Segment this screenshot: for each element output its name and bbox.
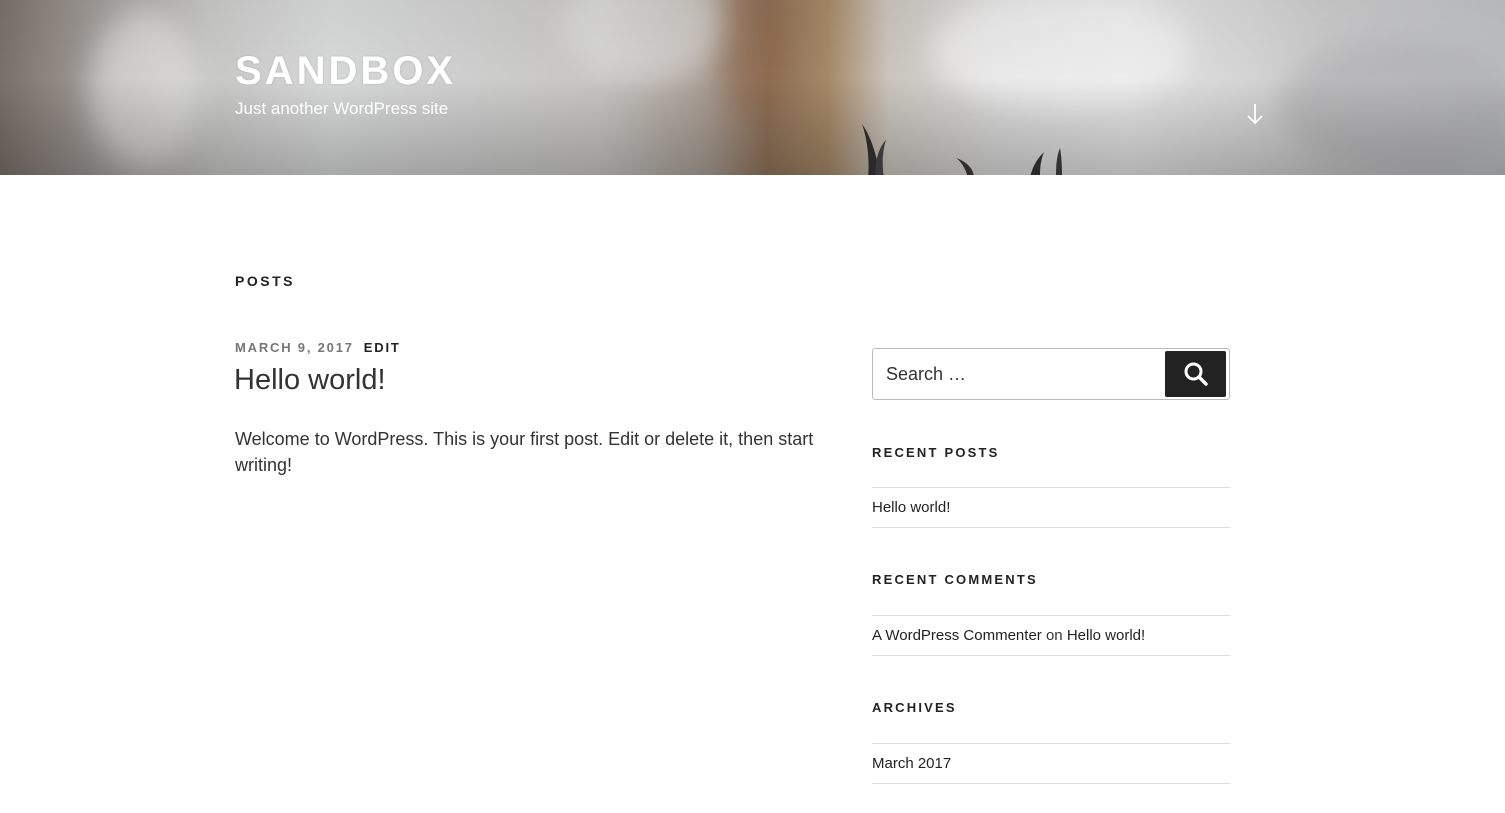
recent-post-link[interactable]: Hello world! (872, 499, 950, 516)
site-description: Just another WordPress site (235, 99, 449, 118)
list-item: A WordPress Commenter on Hello world! (872, 616, 1230, 656)
comment-connector: on (1045, 627, 1063, 644)
list-item: March 2017 (872, 744, 1230, 784)
archives-title: ARCHIVES (872, 700, 957, 715)
recent-comments-list: A WordPress Commenter on Hello world! (872, 615, 1230, 656)
post-edit-link[interactable]: EDIT (364, 340, 401, 355)
plant-image (862, 124, 1062, 175)
search-form (872, 348, 1230, 400)
post-meta: MARCH 9, 2017 EDIT (235, 340, 401, 355)
archives-list: March 2017 (872, 743, 1230, 784)
search-icon (1184, 362, 1208, 386)
recent-posts-title: RECENT POSTS (872, 445, 1000, 460)
search-button[interactable] (1165, 351, 1226, 397)
archive-link[interactable]: March 2017 (872, 755, 951, 772)
list-item: Hello world! (872, 488, 1230, 528)
page-heading: POSTS (235, 273, 295, 289)
post-title-link[interactable]: Hello world! (234, 362, 386, 398)
header-overlay (0, 0, 1505, 175)
post-date-link[interactable]: MARCH 9, 2017 (235, 340, 354, 355)
search-input[interactable] (873, 349, 1163, 399)
site-title[interactable]: SANDBOX (235, 47, 456, 95)
comment-post-link[interactable]: Hello world! (1067, 627, 1145, 644)
scroll-down-button[interactable] (1243, 100, 1267, 128)
recent-comments-title: RECENT COMMENTS (872, 572, 1038, 587)
site-header: SANDBOX Just another WordPress site (0, 0, 1505, 175)
post-excerpt: Welcome to WordPress. This is your first… (235, 429, 814, 475)
arrow-down-icon (1247, 104, 1263, 125)
recent-posts-list: Hello world! (872, 487, 1230, 528)
comment-author-link[interactable]: A WordPress Commenter (872, 627, 1042, 644)
